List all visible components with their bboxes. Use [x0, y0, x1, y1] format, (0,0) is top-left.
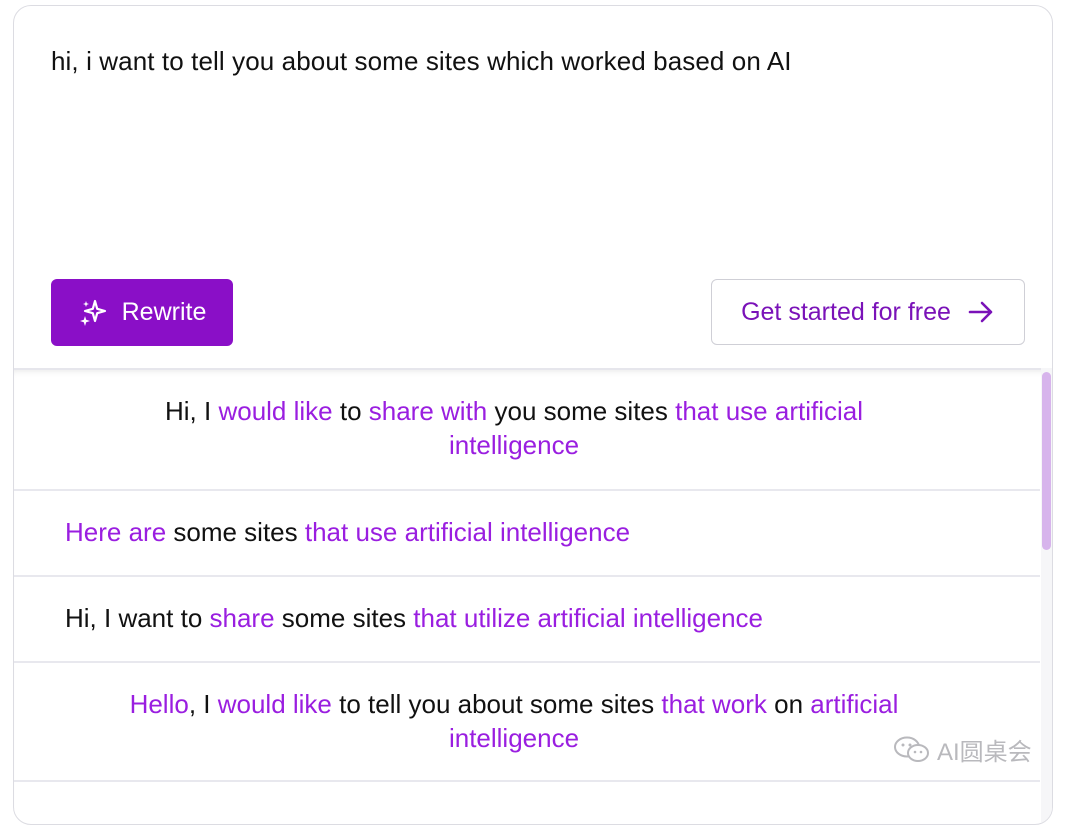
highlighted-phrase: Hello [129, 689, 189, 719]
get-started-label: Get started for free [741, 297, 951, 326]
suggestion-line: Here are some sites that use artificial … [65, 515, 630, 549]
highlighted-phrase: that work [661, 689, 767, 719]
highlighted-phrase: share with [368, 396, 488, 426]
scrollbar[interactable] [1041, 368, 1052, 824]
suggestion-line: intelligence [14, 721, 1014, 755]
highlighted-phrase: that utilize artificial intelligence [413, 603, 763, 633]
suggestion-text: Hi, I want to share some sites that util… [65, 601, 763, 635]
highlighted-phrase: intelligence [448, 723, 580, 753]
rewriter-card: hi, i want to tell you about some sites … [13, 5, 1053, 825]
highlighted-phrase: share [209, 603, 275, 633]
sparkles-icon [78, 298, 108, 328]
scrollbar-thumb[interactable] [1042, 372, 1051, 550]
suggestion-line: Hi, I want to share some sites that util… [65, 601, 763, 635]
highlighted-phrase: Here are [65, 517, 167, 547]
highlighted-phrase: artificial [810, 689, 899, 719]
watermark-text: AI圆桌会 [937, 739, 1032, 766]
highlighted-phrase: would like [217, 689, 332, 719]
highlighted-phrase: that use artificial [675, 396, 863, 426]
suggestion-line: Hello, I would like to tell you about so… [14, 687, 1014, 721]
plain-phrase: Hi, I [165, 396, 219, 426]
plain-phrase: some sites [166, 517, 305, 547]
input-text[interactable]: hi, i want to tell you about some sites … [51, 46, 792, 77]
highlighted-phrase: that use artificial intelligence [304, 517, 631, 547]
suggestion-line: intelligence [14, 428, 1014, 462]
plain-phrase: to [332, 396, 369, 426]
watermark: AI圆桌会 [893, 732, 1032, 767]
suggestion-text: Hello, I would like to tell you about so… [14, 687, 1014, 755]
rewrite-button[interactable]: Rewrite [51, 279, 233, 346]
suggestion-item[interactable]: Hi, I would like to share with you some … [14, 370, 1040, 491]
plain-phrase: Hi, I want to [65, 603, 210, 633]
plain-phrase: to tell you about some sites [331, 689, 662, 719]
plain-phrase: some sites [274, 603, 414, 633]
rewrite-button-label: Rewrite [121, 298, 207, 326]
suggestion-item[interactable]: Hello, I would like to tell you about so… [14, 663, 1040, 782]
highlighted-phrase: intelligence [448, 430, 580, 460]
suggestion-item[interactable]: Here are some sites that use artificial … [14, 491, 1040, 577]
plain-phrase: , I [188, 689, 218, 719]
suggestion-text: Hi, I would like to share with you some … [14, 394, 1014, 462]
suggestion-text: Here are some sites that use artificial … [65, 515, 630, 549]
get-started-button[interactable]: Get started for free [711, 279, 1025, 345]
arrow-right-icon [967, 298, 995, 326]
plain-phrase: on [766, 689, 811, 719]
highlighted-phrase: would like [218, 396, 333, 426]
wechat-icon [893, 735, 931, 765]
suggestion-line: Hi, I would like to share with you some … [14, 394, 1014, 428]
suggestion-item[interactable]: Hi, I want to share some sites that util… [14, 577, 1040, 663]
plain-phrase: you some sites [487, 396, 676, 426]
